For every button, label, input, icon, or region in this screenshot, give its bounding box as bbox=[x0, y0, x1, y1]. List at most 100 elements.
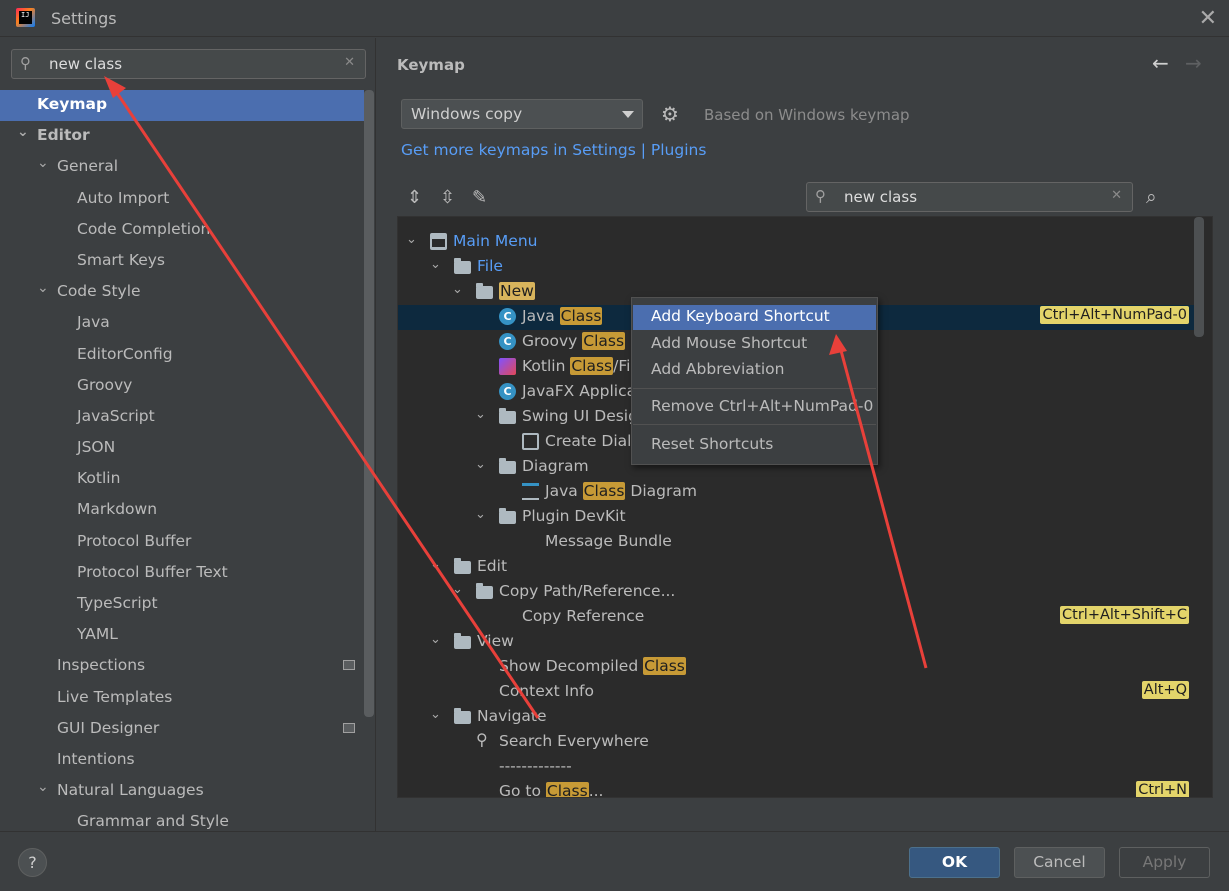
sidebar-item[interactable]: ⌄ Editor bbox=[0, 121, 376, 152]
settings-sidebar: ⚲ new class ✕ Keymap ⌄ Editor ⌄ General Auto … bbox=[0, 38, 376, 831]
keymap-action-row[interactable]: Message Bundle bbox=[398, 530, 1194, 555]
edit-icon[interactable]: ✎ bbox=[472, 187, 487, 208]
sidebar-item[interactable]: Intentions bbox=[0, 745, 376, 776]
close-icon[interactable]: ✕ bbox=[1199, 6, 1217, 31]
keymap-action-row[interactable]: Go to Class... Ctrl+N bbox=[398, 780, 1194, 797]
sidebar-item-label: Code Completion bbox=[77, 219, 211, 238]
help-icon[interactable]: ? bbox=[18, 848, 47, 877]
keymap-search-value[interactable]: new class bbox=[844, 188, 917, 206]
ok-button[interactable]: OK bbox=[909, 847, 1000, 878]
chevron-down-icon[interactable]: ⌄ bbox=[430, 707, 441, 722]
keymap-search-input[interactable]: ⚲ new class ✕ bbox=[806, 182, 1133, 212]
keymap-scrollbar[interactable] bbox=[1194, 217, 1204, 337]
chevron-down-icon[interactable]: ⌄ bbox=[452, 282, 463, 297]
chevron-down-icon[interactable]: ⌄ bbox=[475, 507, 486, 522]
clear-icon[interactable]: ✕ bbox=[1111, 188, 1122, 203]
search-match-highlight: Class bbox=[582, 482, 626, 500]
chevron-down-icon[interactable]: ⌄ bbox=[406, 232, 417, 247]
add-abbreviation-item[interactable]: Add Abbreviation bbox=[633, 358, 876, 383]
chevron-down-icon[interactable]: ⌄ bbox=[430, 632, 441, 647]
find-shortcut-icon[interactable]: ⌕ bbox=[1146, 186, 1157, 208]
sidebar-item[interactable]: Protocol Buffer bbox=[0, 527, 376, 558]
sidebar-scrollbar[interactable] bbox=[364, 90, 374, 717]
forward-arrow-icon[interactable]: → bbox=[1185, 51, 1202, 75]
expand-all-icon[interactable]: ⇕ bbox=[407, 187, 422, 208]
sidebar-item-label: GUI Designer bbox=[57, 718, 160, 737]
sidebar-item[interactable]: GUI Designer bbox=[0, 714, 376, 745]
chevron-down-icon[interactable]: ⌄ bbox=[17, 124, 29, 140]
collapse-all-icon[interactable]: ⇳ bbox=[440, 187, 455, 208]
keymap-action-row[interactable]: ⌄ File bbox=[398, 255, 1194, 280]
sidebar-item[interactable]: Smart Keys bbox=[0, 246, 376, 277]
sidebar-item[interactable]: ⌄ General bbox=[0, 152, 376, 183]
sidebar-item-label: Editor bbox=[37, 126, 90, 145]
label-prefix: Java bbox=[522, 307, 560, 325]
keymap-action-row[interactable]: ⌄ Copy Path/Reference... bbox=[398, 580, 1194, 605]
clear-icon[interactable]: ✕ bbox=[344, 55, 355, 70]
sidebar-item[interactable]: TypeScript bbox=[0, 589, 376, 620]
back-arrow-icon[interactable]: ← bbox=[1152, 51, 1169, 75]
title-bar: IJ Settings ✕ bbox=[0, 0, 1229, 37]
keymap-action-row[interactable]: ⌄ Plugin DevKit bbox=[398, 505, 1194, 530]
sidebar-item[interactable]: ⌄ Natural Languages bbox=[0, 776, 376, 807]
sidebar-item[interactable]: Protocol Buffer Text bbox=[0, 558, 376, 589]
chevron-down-icon[interactable]: ⌄ bbox=[475, 457, 486, 472]
sidebar-item[interactable]: Live Templates bbox=[0, 683, 376, 714]
sidebar-item[interactable]: ⌄ Code Style bbox=[0, 277, 376, 308]
sidebar-item[interactable]: Inspections bbox=[0, 651, 376, 682]
keymap-action-row[interactable]: Context Info Alt+Q bbox=[398, 680, 1194, 705]
add-keyboard-shortcut-item[interactable]: Add Keyboard Shortcut bbox=[633, 305, 876, 330]
keymap-action-row[interactable]: ------------- bbox=[398, 755, 1194, 780]
sidebar-item[interactable]: JavaScript bbox=[0, 402, 376, 433]
sidebar-item[interactable]: EditorConfig bbox=[0, 340, 376, 371]
chevron-down-icon[interactable]: ⌄ bbox=[430, 557, 441, 572]
keymap-action-row[interactable]: ⌄ View bbox=[398, 630, 1194, 655]
keymap-action-label: JavaFX Applicat bbox=[522, 382, 643, 400]
gear-icon[interactable]: ⚙ bbox=[661, 102, 679, 126]
sidebar-item[interactable]: Auto Import bbox=[0, 184, 376, 215]
sidebar-item[interactable]: Kotlin bbox=[0, 464, 376, 495]
keymap-action-label: ------------- bbox=[499, 757, 572, 775]
search-icon: ⚲ bbox=[815, 187, 826, 205]
chevron-down-icon[interactable]: ⌄ bbox=[37, 280, 49, 296]
sidebar-item[interactable]: YAML bbox=[0, 620, 376, 651]
keymap-action-row[interactable]: ⌄ Navigate bbox=[398, 705, 1194, 730]
keymap-action-label: Main Menu bbox=[453, 232, 538, 250]
window-title: Settings bbox=[51, 9, 117, 28]
sidebar-item-label: Protocol Buffer bbox=[77, 531, 192, 550]
sidebar-item-label: EditorConfig bbox=[77, 344, 173, 363]
remove-shortcut-item[interactable]: Remove Ctrl+Alt+NumPad-0 bbox=[633, 395, 876, 420]
keymap-action-row[interactable]: Show Decompiled Class bbox=[398, 655, 1194, 680]
add-mouse-shortcut-item[interactable]: Add Mouse Shortcut bbox=[633, 332, 876, 357]
keymap-action-row[interactable]: ⌄ Edit bbox=[398, 555, 1194, 580]
chevron-down-icon[interactable]: ⌄ bbox=[475, 407, 486, 422]
sidebar-item-label: JavaScript bbox=[77, 406, 155, 425]
reset-shortcuts-item[interactable]: Reset Shortcuts bbox=[633, 433, 876, 458]
sidebar-item[interactable]: Code Completion bbox=[0, 215, 376, 246]
sidebar-item[interactable]: Groovy bbox=[0, 371, 376, 402]
cancel-button[interactable]: Cancel bbox=[1014, 847, 1105, 878]
sidebar-item-label: Smart Keys bbox=[77, 250, 165, 269]
keymap-action-row[interactable]: Java Class Diagram bbox=[398, 480, 1194, 505]
keymap-action-row[interactable]: ⚲ Search Everywhere bbox=[398, 730, 1194, 755]
sidebar-item[interactable]: Markdown bbox=[0, 495, 376, 526]
settings-search-value[interactable]: new class bbox=[49, 55, 122, 73]
shortcut-badge: Ctrl+Alt+NumPad-0 bbox=[1040, 306, 1189, 324]
chevron-down-icon[interactable]: ⌄ bbox=[452, 582, 463, 597]
sidebar-item[interactable]: Keymap bbox=[0, 90, 364, 122]
keymap-action-label: New bbox=[499, 282, 535, 300]
sidebar-item[interactable]: JSON bbox=[0, 433, 376, 464]
chevron-down-icon[interactable]: ⌄ bbox=[37, 155, 49, 171]
sidebar-item-label: Intentions bbox=[57, 749, 135, 768]
keymap-select[interactable]: Windows copy bbox=[401, 99, 643, 129]
folder-icon bbox=[476, 283, 493, 299]
chevron-down-icon[interactable]: ⌄ bbox=[430, 257, 441, 272]
settings-search-input[interactable]: ⚲ new class ✕ bbox=[11, 49, 366, 79]
keymap-action-label: Copy Path/Reference... bbox=[499, 582, 676, 600]
chevron-down-icon[interactable]: ⌄ bbox=[37, 779, 49, 795]
keymap-action-row[interactable]: ⌄ Main Menu bbox=[398, 230, 1194, 255]
keymap-action-row[interactable]: Copy Reference Ctrl+Alt+Shift+C bbox=[398, 605, 1194, 630]
sidebar-item[interactable]: Java bbox=[0, 308, 376, 339]
apply-button[interactable]: Apply bbox=[1119, 847, 1210, 878]
get-keymaps-link[interactable]: Get more keymaps in Settings | Plugins bbox=[401, 141, 706, 159]
